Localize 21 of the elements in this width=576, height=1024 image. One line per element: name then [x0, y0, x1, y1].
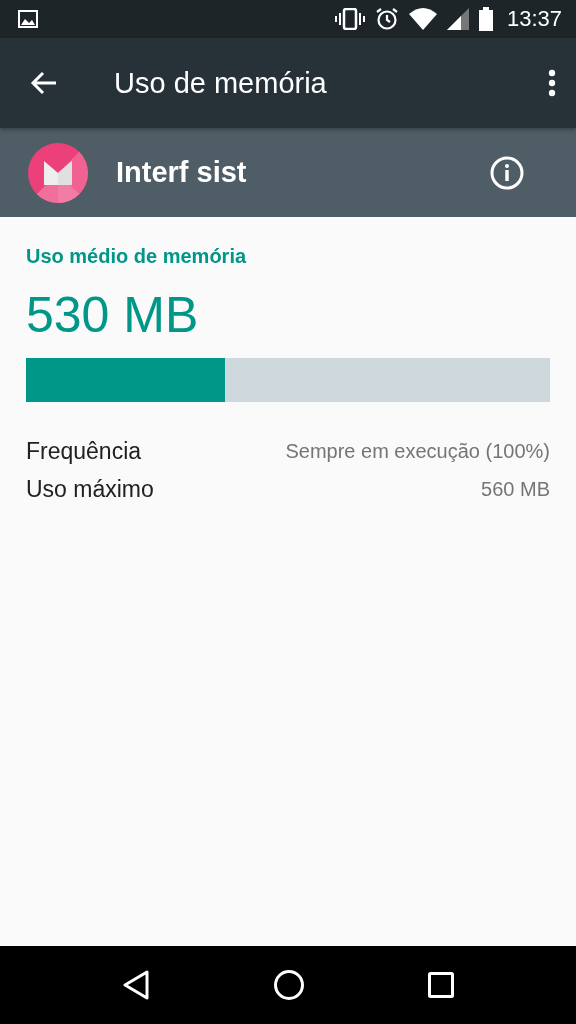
section-heading: Uso médio de memória — [26, 245, 248, 268]
info-icon[interactable] — [490, 155, 524, 190]
more-icon[interactable] — [548, 69, 556, 97]
vibrate-icon — [334, 8, 365, 30]
battery-icon — [478, 7, 493, 31]
toolbar-title: Uso de memória — [114, 66, 328, 100]
signal-icon — [446, 8, 469, 30]
detail-label: Uso máximo — [26, 475, 154, 503]
back-icon[interactable] — [30, 71, 58, 95]
detail-value: Sempre em execução (100%) — [285, 439, 550, 463]
detail-label: Frequência — [26, 437, 142, 465]
app-name: Interf sist — [116, 156, 248, 189]
home-icon[interactable] — [273, 969, 305, 1001]
memory-value: 530 MB — [26, 286, 200, 344]
detail-value: 560 MB — [481, 477, 550, 501]
recents-icon[interactable] — [428, 972, 455, 998]
alarm-icon — [374, 7, 399, 31]
back-nav-icon[interactable] — [121, 970, 150, 1000]
image-icon — [18, 10, 38, 28]
wifi-icon — [408, 8, 437, 30]
clock-time: 13:37 — [506, 6, 562, 32]
